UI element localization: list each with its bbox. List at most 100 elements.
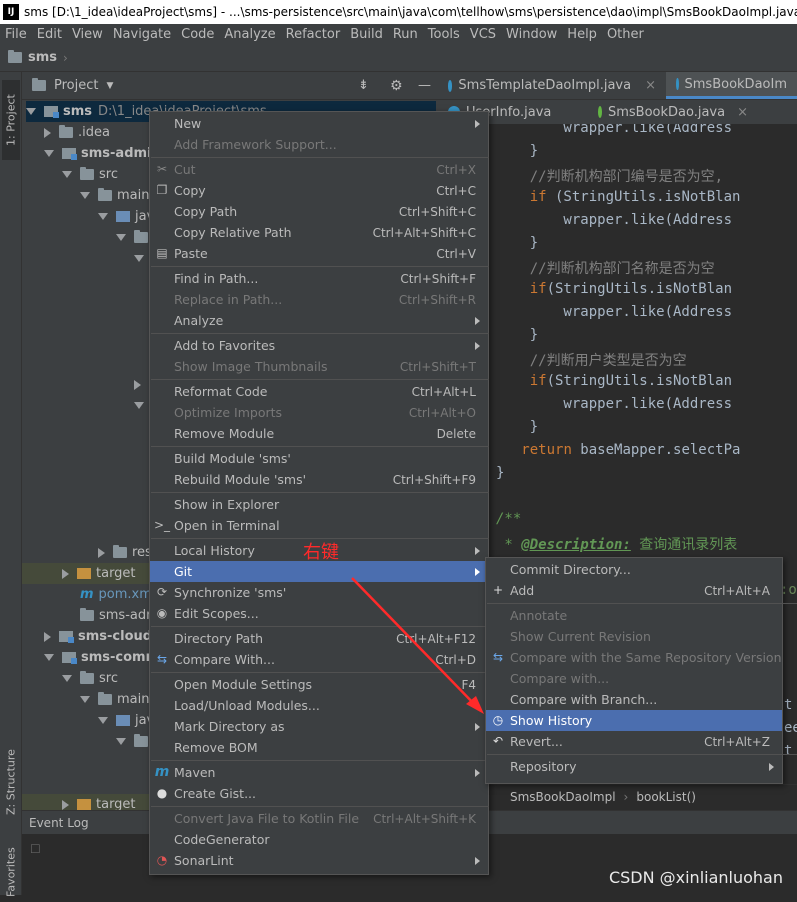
menu-item-open-module-settings[interactable]: Open Module Settings F4 xyxy=(150,674,488,695)
code-line: if(StringUtils.isNotBlan xyxy=(529,373,733,389)
menu-vcs[interactable]: VCS xyxy=(465,27,501,42)
menu-item-load-unload-modules[interactable]: Load/Unload Modules... xyxy=(150,695,488,716)
menu-item-find-in-path[interactable]: Find in Path... Ctrl+Shift+F xyxy=(150,268,488,289)
menu-item-mark-directory-as[interactable]: Mark Directory as xyxy=(150,716,488,737)
menu-item-compare-with[interactable]: ⇆ Compare With... Ctrl+D xyxy=(150,649,488,670)
breadcrumb-class[interactable]: SmsBookDaoImpl xyxy=(510,790,616,804)
tab-sms-book-dao-impl[interactable]: SmsBookDaoIm xyxy=(666,72,797,99)
menu-item-remove-module[interactable]: Remove Module Delete xyxy=(150,423,488,444)
git-menu-item-compare-with[interactable]: Compare with... xyxy=(486,668,782,689)
tree-node[interactable] xyxy=(116,731,148,752)
menu-item-show-in-explorer[interactable]: Show in Explorer xyxy=(150,494,488,515)
tab-sms-book-dao[interactable]: SmsBookDao.java × xyxy=(588,100,758,124)
menu-item-add-to-favorites[interactable]: Add to Favorites xyxy=(150,335,488,356)
tree-node[interactable]: src xyxy=(62,668,118,689)
git-menu-item-add[interactable]: + Add Ctrl+Alt+A xyxy=(486,580,782,601)
menu-item-synchronize-sms[interactable]: ⟳ Synchronize 'sms' xyxy=(150,582,488,603)
menu-item-paste[interactable]: ▤ Paste Ctrl+V xyxy=(150,243,488,264)
menu-item-new[interactable]: New xyxy=(150,113,488,134)
close-icon[interactable]: × xyxy=(645,78,656,93)
project-panel-title[interactable]: Project xyxy=(54,78,98,93)
git-menu-item-compare-with-branch[interactable]: Compare with Branch... xyxy=(486,689,782,710)
menu-view[interactable]: View xyxy=(67,27,108,42)
checkbox-icon[interactable]: ☐ xyxy=(30,842,41,856)
tree-node[interactable]: sms-comm xyxy=(44,647,159,668)
minimize-icon[interactable]: — xyxy=(418,78,431,93)
menu-item-reformat-code[interactable]: Reformat Code Ctrl+Alt+L xyxy=(150,381,488,402)
menu-run[interactable]: Run xyxy=(388,27,423,42)
menu-item-codegenerator[interactable]: CodeGenerator xyxy=(150,829,488,850)
tree-node[interactable]: sms-admin xyxy=(44,143,161,164)
window-title-bar: sms [D:\1_idea\ideaProject\sms] - ...\sm… xyxy=(0,0,797,24)
breadcrumb-method[interactable]: bookList() xyxy=(636,790,696,804)
menu-item-build-module-sms[interactable]: Build Module 'sms' xyxy=(150,448,488,469)
menu-analyze[interactable]: Analyze xyxy=(219,27,280,42)
menu-edit[interactable]: Edit xyxy=(32,27,67,42)
menu-item-create-gist[interactable]: ● Create Gist... xyxy=(150,783,488,804)
menu-item-label: Copy Relative Path xyxy=(174,225,292,240)
editor-tab-bar-row2: UserInfo.java SmsBookDao.java × xyxy=(438,100,797,124)
menu-item-optimize-imports[interactable]: Optimize Imports Ctrl+Alt+O xyxy=(150,402,488,423)
git-menu-item-repository[interactable]: Repository xyxy=(486,756,782,777)
tree-node[interactable] xyxy=(116,227,148,248)
menu-item-shortcut: Ctrl+Alt+F12 xyxy=(396,631,476,646)
menu-item-git[interactable]: Git xyxy=(150,561,488,582)
chevron-down-icon[interactable]: ▼ xyxy=(106,81,113,91)
tab-favorites-tool[interactable]: Favorites xyxy=(2,842,20,902)
menu-item-rebuild-module-sms[interactable]: Rebuild Module 'sms' Ctrl+Shift+F9 xyxy=(150,469,488,490)
menu-item-remove-bom[interactable]: Remove BOM xyxy=(150,737,488,758)
menu-item-analyze[interactable]: Analyze xyxy=(150,310,488,331)
menu-code[interactable]: Code xyxy=(176,27,219,42)
menu-help[interactable]: Help xyxy=(562,27,602,42)
menu-item-convert-java-file-to-kotlin-file[interactable]: Convert Java File to Kotlin File Ctrl+Alt… xyxy=(150,808,488,829)
close-icon[interactable]: × xyxy=(737,105,748,120)
menu-item-maven[interactable]: m Maven xyxy=(150,762,488,783)
tree-node[interactable]: sms-cloud-s xyxy=(44,626,165,647)
tree-node[interactable]: main xyxy=(80,689,149,710)
menu-file[interactable]: File xyxy=(0,27,32,42)
tree-node[interactable]: .idea xyxy=(44,122,110,143)
menu-item-sonarlint[interactable]: ◔ SonarLint xyxy=(150,850,488,871)
tree-node[interactable]: res xyxy=(98,542,152,563)
menu-window[interactable]: Window xyxy=(501,27,562,42)
tree-node[interactable]: m pom.xml xyxy=(80,584,156,605)
event-log-tab[interactable]: Event Log xyxy=(29,816,89,830)
menu-item-copy-path[interactable]: Copy Path Ctrl+Shift+C xyxy=(150,201,488,222)
menu-tools[interactable]: Tools xyxy=(423,27,465,42)
tab-sms-template-dao-impl[interactable]: SmsTemplateDaoImpl.java × xyxy=(438,72,666,99)
git-menu-item-show-current-revision[interactable]: Show Current Revision xyxy=(486,626,782,647)
menu-item-open-in-terminal[interactable]: >_ Open in Terminal xyxy=(150,515,488,536)
menu-item-cut[interactable]: ✂ Cut Ctrl+X xyxy=(150,159,488,180)
menu-item-copy-relative-path[interactable]: Copy Relative Path Ctrl+Alt+Shift+C xyxy=(150,222,488,243)
menu-item-label: Build Module 'sms' xyxy=(174,451,291,466)
menu-item-replace-in-path[interactable]: Replace in Path... Ctrl+Shift+R xyxy=(150,289,488,310)
gear-icon[interactable]: ⚙ xyxy=(390,78,403,94)
nav-project-crumb[interactable]: sms xyxy=(28,50,57,65)
menu-item-shortcut: Ctrl+Alt+Shift+K xyxy=(373,811,476,826)
menu-item-copy[interactable]: ❐ Copy Ctrl+C xyxy=(150,180,488,201)
git-menu-item-revert[interactable]: ↶ Revert... Ctrl+Alt+Z xyxy=(486,731,782,752)
tree-node[interactable]: src xyxy=(62,164,118,185)
menu-item-show-image-thumbnails[interactable]: Show Image Thumbnails Ctrl+Shift+T xyxy=(150,356,488,377)
tree-node[interactable]: main xyxy=(80,185,149,206)
git-menu-item-show-history[interactable]: ◷ Show History xyxy=(486,710,782,731)
git-menu-item-annotate[interactable]: Annotate xyxy=(486,605,782,626)
tree-node[interactable] xyxy=(134,374,149,395)
menu-build[interactable]: Build xyxy=(345,27,388,42)
menu-navigate[interactable]: Navigate xyxy=(108,27,176,42)
git-menu-item-compare-with-the-same-repository-version[interactable]: ⇆ Compare with the Same Repository Versio… xyxy=(486,647,782,668)
git-menu-item-commit-directory[interactable]: Commit Directory... xyxy=(486,559,782,580)
collapse-all-icon[interactable]: ⇟ xyxy=(358,78,369,93)
menu-item-edit-scopes[interactable]: ◉ Edit Scopes... xyxy=(150,603,488,624)
menu-item-directory-path[interactable]: Directory Path Ctrl+Alt+F12 xyxy=(150,628,488,649)
maven-icon: m xyxy=(80,587,94,602)
menu-item-label: Annotate xyxy=(510,608,568,623)
tab-project-tool[interactable]: 1: Project xyxy=(2,80,20,160)
scopes-icon: ◉ xyxy=(156,606,168,620)
project-context-menu: New Add Framework Support... ✂ Cut Ctrl+X ❐ Co… xyxy=(149,111,489,875)
menu-other[interactable]: Other xyxy=(602,27,649,42)
menu-item-add-framework-support[interactable]: Add Framework Support... xyxy=(150,134,488,155)
menu-refactor[interactable]: Refactor xyxy=(281,27,346,42)
tab-structure-tool[interactable]: Z: Structure xyxy=(2,742,20,822)
tree-node[interactable]: sms-adm xyxy=(80,605,159,626)
